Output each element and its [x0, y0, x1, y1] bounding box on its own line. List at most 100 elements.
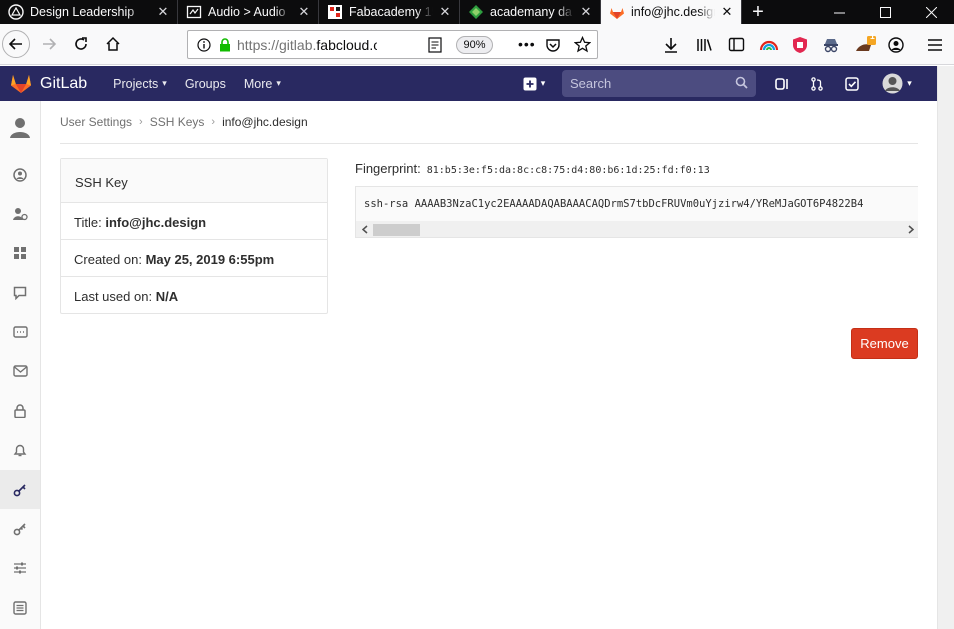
grid-icon: [14, 246, 26, 259]
scroll-right-icon[interactable]: [902, 221, 918, 237]
spy-extension-icon[interactable]: [822, 24, 840, 65]
back-button[interactable]: [2, 30, 30, 58]
chevron-down-icon: ▾: [907, 78, 912, 88]
url-bar[interactable]: https://gitlab.fabcloud.or 90% •••: [187, 30, 598, 59]
sidebar-item-audit-log[interactable]: [0, 588, 40, 627]
divider: [60, 143, 918, 144]
tab-title: academany da: [490, 5, 573, 19]
scroll-left-icon[interactable]: [356, 221, 373, 237]
shield-extension-icon[interactable]: [792, 24, 808, 65]
sidebar-item-notifications[interactable]: [0, 391, 40, 430]
list-icon: [13, 600, 27, 615]
sidebar-item-chat[interactable]: [0, 233, 40, 272]
search-input[interactable]: Search: [562, 70, 756, 97]
sidebar-item-password[interactable]: [0, 351, 40, 390]
key-title-value: info@jhc.design: [105, 215, 207, 230]
gitlab-brand[interactable]: GitLab: [40, 75, 87, 93]
home-button[interactable]: [99, 30, 127, 58]
reader-view-icon[interactable]: [428, 37, 442, 53]
close-icon[interactable]: ✕: [719, 4, 735, 20]
projects-menu[interactable]: Projects ▾: [113, 77, 167, 91]
sidebar-item-ssh-keys[interactable]: [0, 470, 40, 509]
tab-title: Design Leadership: [30, 5, 135, 19]
ssh-key-text[interactable]: ssh-rsa AAAAB3NzaC1yc2EAAAADAQABAAACAQDr…: [364, 198, 863, 210]
page-actions-icon[interactable]: •••: [518, 36, 536, 52]
sidebar-item-account[interactable]: [0, 155, 40, 194]
close-icon[interactable]: ✕: [155, 4, 171, 20]
remove-button[interactable]: Remove: [851, 328, 918, 359]
key-created-value: May 25, 2019 6:55pm: [145, 252, 275, 267]
sidebar-item-gpg-keys[interactable]: [0, 509, 40, 548]
rainbow-extension-icon[interactable]: [759, 24, 779, 65]
more-menu[interactable]: More ▾: [244, 77, 281, 91]
settings-sidebar: [0, 101, 41, 629]
key-outline-icon: [13, 522, 26, 535]
todos-icon[interactable]: [842, 66, 862, 101]
key-last-used-value: N/A: [155, 289, 179, 304]
key-title-row: Title: info@jhc.design: [61, 203, 327, 240]
sidebar-item-bell[interactable]: [0, 430, 40, 469]
mail-icon: [12, 364, 28, 377]
new-item-dropdown[interactable]: ▾: [519, 66, 549, 101]
sidebar-item-access-tokens[interactable]: [0, 273, 40, 312]
scrollbar-thumb[interactable]: [373, 224, 420, 236]
bookmark-star-icon[interactable]: [574, 36, 591, 53]
fingerprint-value: 81:b5:3e:f5:da:8c:c8:75:d4:80:b6:1d:25:f…: [426, 165, 710, 176]
sidebar-item-applications[interactable]: [0, 194, 40, 233]
sidebar-toggle-icon[interactable]: [728, 24, 745, 65]
breadcrumb-user-settings[interactable]: User Settings: [60, 115, 132, 129]
sidebar-item-emails[interactable]: [0, 312, 40, 351]
breadcrumb-ssh-keys[interactable]: SSH Keys: [150, 115, 205, 129]
window-close-icon[interactable]: [908, 0, 954, 24]
info-icon[interactable]: [197, 37, 211, 52]
user-avatar-icon: [10, 117, 30, 138]
key-icon: [13, 483, 26, 496]
browser-tab-audio[interactable]: Audio > Audio ✕: [178, 0, 319, 24]
fingerprint-label: Fingerprint:: [355, 161, 421, 176]
browser-nav-bar: https://gitlab.fabcloud.or 90% ••• 1: [0, 24, 954, 65]
url-text: https://gitlab.fabcloud.or: [237, 36, 377, 53]
ssh-key-card: SSH Key Title: info@jhc.design Created o…: [60, 158, 328, 314]
ssh-key-text-box[interactable]: ssh-rsa AAAAB3NzaC1yc2EAAAADAQABAAACAQDr…: [355, 186, 918, 238]
key-last-used-row: Last used on: N/A: [61, 277, 327, 314]
chevron-right-icon: ›: [139, 116, 143, 128]
avatar: [882, 73, 903, 94]
design-leadership-favicon: [8, 4, 24, 20]
maximize-icon[interactable]: [862, 0, 908, 24]
issues-icon[interactable]: [772, 66, 792, 101]
chevron-down-icon: ▾: [276, 78, 281, 88]
merge-requests-icon[interactable]: [807, 66, 827, 101]
search-icon: [735, 76, 748, 92]
browser-tab-fabacademy[interactable]: Fabacademy 15 ✕: [319, 0, 460, 24]
notifications-extension-icon[interactable]: 1: [855, 24, 877, 65]
close-icon[interactable]: ✕: [437, 4, 453, 20]
horizontal-scrollbar[interactable]: [356, 221, 918, 237]
downloads-icon[interactable]: [662, 24, 680, 65]
sidebar-item-preferences[interactable]: [0, 548, 40, 587]
breadcrumb-current[interactable]: info@jhc.design: [222, 115, 308, 129]
search-placeholder: Search: [570, 76, 612, 91]
reload-button[interactable]: [67, 30, 95, 58]
account-extension-icon[interactable]: [888, 24, 904, 65]
sidebar-item-profile[interactable]: [0, 107, 40, 146]
forward-button[interactable]: [35, 30, 63, 58]
hamburger-menu-icon[interactable]: [928, 24, 942, 65]
tab-title: Audio > Audio: [208, 5, 286, 19]
close-icon[interactable]: ✕: [578, 4, 594, 20]
fingerprint: Fingerprint: 81:b5:3e:f5:da:8c:c8:75:d4:…: [355, 161, 710, 176]
notification-count: 1: [870, 31, 875, 41]
browser-tab-design-leadership[interactable]: Design Leadership ✕: [0, 0, 178, 24]
academany-favicon: [468, 4, 484, 20]
library-icon[interactable]: [695, 24, 713, 65]
groups-link[interactable]: Groups: [185, 77, 226, 91]
minimize-icon[interactable]: [816, 0, 862, 24]
close-icon[interactable]: ✕: [296, 4, 312, 20]
gitlab-logo-icon[interactable]: [10, 73, 32, 94]
browser-tab-academany[interactable]: academany da ✕: [460, 0, 601, 24]
pocket-icon[interactable]: [545, 37, 561, 53]
page-scrollbar[interactable]: [937, 66, 954, 629]
zoom-level-badge[interactable]: 90%: [456, 36, 493, 54]
browser-tab-gitlab-active[interactable]: info@jhc.design ✕: [601, 0, 742, 24]
user-avatar-dropdown[interactable]: ▾: [879, 66, 915, 101]
new-tab-button[interactable]: +: [742, 0, 774, 24]
